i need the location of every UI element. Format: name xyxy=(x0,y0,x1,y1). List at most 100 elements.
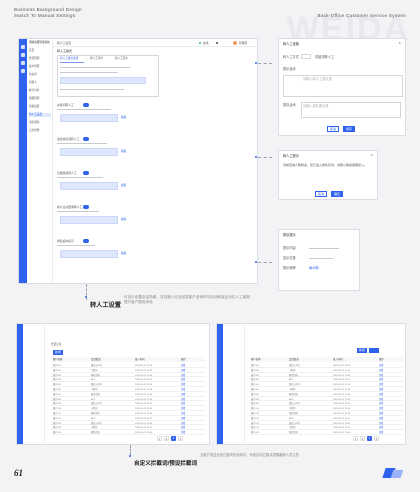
sidebar-item[interactable]: 会话管理 xyxy=(29,57,51,61)
mode-select[interactable] xyxy=(301,54,311,59)
user-name[interactable]: 管理员 xyxy=(239,41,247,45)
table-cell: 2023-06-12 15:40 xyxy=(135,432,153,435)
sidebar-item[interactable]: 机器人 xyxy=(29,81,51,85)
sidebar-item[interactable]: 日志管理 xyxy=(29,129,51,133)
row-action[interactable]: 查看 xyxy=(181,431,185,435)
dialog-text: 当前咨询人数较多，您已进入排队队列，请耐心等候客服接入。 xyxy=(283,163,368,167)
add-button[interactable]: 新增 xyxy=(53,350,63,355)
table-cell: 网页咨询 xyxy=(289,432,298,435)
save-button[interactable]: 保存 xyxy=(343,126,355,132)
field-label: 转人工方式 xyxy=(283,55,299,59)
confirm-button[interactable]: 确定 xyxy=(331,191,343,197)
page-button[interactable]: 2 xyxy=(360,436,365,441)
page-button[interactable]: 1 xyxy=(353,436,358,441)
edit-link[interactable]: 编辑 xyxy=(121,184,126,188)
info-box xyxy=(60,77,146,84)
column-header: 操作 xyxy=(181,358,186,361)
option-label: 连续未识别转人工 xyxy=(57,137,80,141)
content: 转人工模式 转人工模式选择 转人工条件 转人工话术 关键词转人工 编辑 连续未识别转… xyxy=(57,49,253,279)
queue-placeholder: 请输入排队提示语 xyxy=(303,104,329,108)
field-label: 提示内容 xyxy=(283,246,296,250)
cancel-button[interactable]: 取消 xyxy=(327,126,339,132)
option-toggle[interactable] xyxy=(83,171,89,175)
sidebar-item[interactable]: 消息通知 xyxy=(29,121,51,125)
close-icon[interactable]: ✕ xyxy=(370,153,373,157)
home-icon[interactable] xyxy=(21,45,25,49)
text-line xyxy=(57,177,103,179)
sub-tab-3[interactable]: 转人工话术 xyxy=(115,57,128,61)
main-window: 通联客服管理系统 首页 会话管理 客户管理 知识库 机器人 统计分析 客服管理 系统设置 转人工… xyxy=(18,38,258,284)
option-toggle[interactable] xyxy=(83,103,89,107)
sub-tab-2[interactable]: 转人工条件 xyxy=(90,57,103,61)
text-line xyxy=(57,245,95,247)
text-line xyxy=(57,109,111,111)
frequency-value[interactable]: 每30秒 xyxy=(309,266,319,270)
page-button[interactable]: 4 xyxy=(374,436,379,441)
edit-link[interactable]: 编辑 xyxy=(121,218,126,222)
column-header: 会话渠道 xyxy=(289,358,299,361)
table-header: 客户名称 会话渠道 接入时间 操作 xyxy=(249,357,403,362)
field-label: 提示话术 xyxy=(283,67,296,71)
table-row[interactable]: 客户015 网页咨询 2023-06-12 15:40 查看 xyxy=(249,430,403,435)
nav-panel xyxy=(23,324,45,444)
page-button[interactable]: 2 xyxy=(164,436,169,441)
sub-tab-1[interactable]: 转人工模式选择 xyxy=(60,57,78,61)
page-button[interactable]: 1 xyxy=(157,436,162,441)
caption-2: 自定义拦截词/预设拦截词 当客户发送包含拦截词的消息时，系统自动拦截并提醒客服人… xyxy=(134,452,334,470)
avatar[interactable] xyxy=(233,41,237,45)
option-detail xyxy=(60,114,118,122)
brand-logo xyxy=(382,468,404,478)
field-line xyxy=(309,248,339,250)
option-toggle[interactable] xyxy=(83,137,89,141)
table-cell: 网页咨询 xyxy=(91,432,100,435)
settings-dialog: 转人工设置 ✕ 转人工方式 关键词转人工 提示话术 请输入转人工提示语 排队话术… xyxy=(278,38,406,136)
dialog-title: 排队提示 xyxy=(283,233,296,237)
edit-link[interactable]: 编辑 xyxy=(121,116,126,120)
page-button[interactable]: 3 xyxy=(171,436,176,441)
option-label: 关键词转人工 xyxy=(57,103,74,107)
mode-value: 关键词转人工 xyxy=(315,55,335,59)
caption-connector xyxy=(130,445,131,455)
gear-icon[interactable] xyxy=(21,69,25,73)
import-button[interactable] xyxy=(369,348,379,353)
status-dot xyxy=(199,42,202,45)
page-button[interactable]: 4 xyxy=(178,436,183,441)
sidebar-item[interactable]: 系统设置 xyxy=(29,105,51,109)
field-label: 提示频率 xyxy=(283,266,296,270)
sidebar-item[interactable]: 转人工设置 xyxy=(29,113,51,117)
nav-panel xyxy=(223,324,245,444)
sidebar-item[interactable]: 首页 xyxy=(29,49,51,53)
add-button[interactable]: 新增 xyxy=(357,348,367,353)
bell-icon[interactable] xyxy=(216,42,219,45)
caption-desc: 当客户发送包含拦截词的消息时，系统自动拦截并提醒客服人员注意 xyxy=(200,453,299,457)
edit-link[interactable]: 编辑 xyxy=(121,252,126,256)
tab-underline xyxy=(60,62,84,64)
text-line xyxy=(57,211,99,213)
sidebar-item[interactable]: 知识库 xyxy=(29,73,51,77)
sidebar-item[interactable]: 客服管理 xyxy=(29,97,51,101)
prompt-textarea[interactable] xyxy=(283,75,403,97)
field-label: 排队话术 xyxy=(283,103,296,107)
tab-active[interactable]: 转人工设置 xyxy=(57,41,71,45)
user-icon[interactable] xyxy=(21,61,25,65)
row-action[interactable]: 查看 xyxy=(379,431,383,435)
tab-active[interactable]: 会话记录 xyxy=(51,343,61,347)
page-button[interactable]: 3 xyxy=(367,436,372,441)
text-line xyxy=(60,72,118,74)
column-header: 客户名称 xyxy=(251,358,261,361)
option-toggle[interactable] xyxy=(83,239,89,243)
cancel-button[interactable]: 取消 xyxy=(315,191,327,197)
sidebar-item[interactable]: 统计分析 xyxy=(29,89,51,93)
column-header: 会话渠道 xyxy=(91,358,101,361)
option-detail xyxy=(60,148,118,156)
text-line xyxy=(57,143,107,145)
sidebar-item[interactable]: 客户管理 xyxy=(29,65,51,69)
edit-link[interactable]: 编辑 xyxy=(121,150,126,154)
close-icon[interactable]: ✕ xyxy=(398,41,401,45)
caption-1: 转人工设置 可自行设置会话场景，当机器人无法回答客户咨询时可自动转接至对应人工客… xyxy=(90,294,310,312)
table-row[interactable]: 客户015 网页咨询 2023-06-12 15:40 查看 xyxy=(51,430,205,435)
option-toggle[interactable] xyxy=(83,205,89,209)
text-line xyxy=(60,89,124,91)
chat-icon[interactable] xyxy=(21,53,25,57)
header-right: Back-Office Customer Service System xyxy=(317,13,406,18)
